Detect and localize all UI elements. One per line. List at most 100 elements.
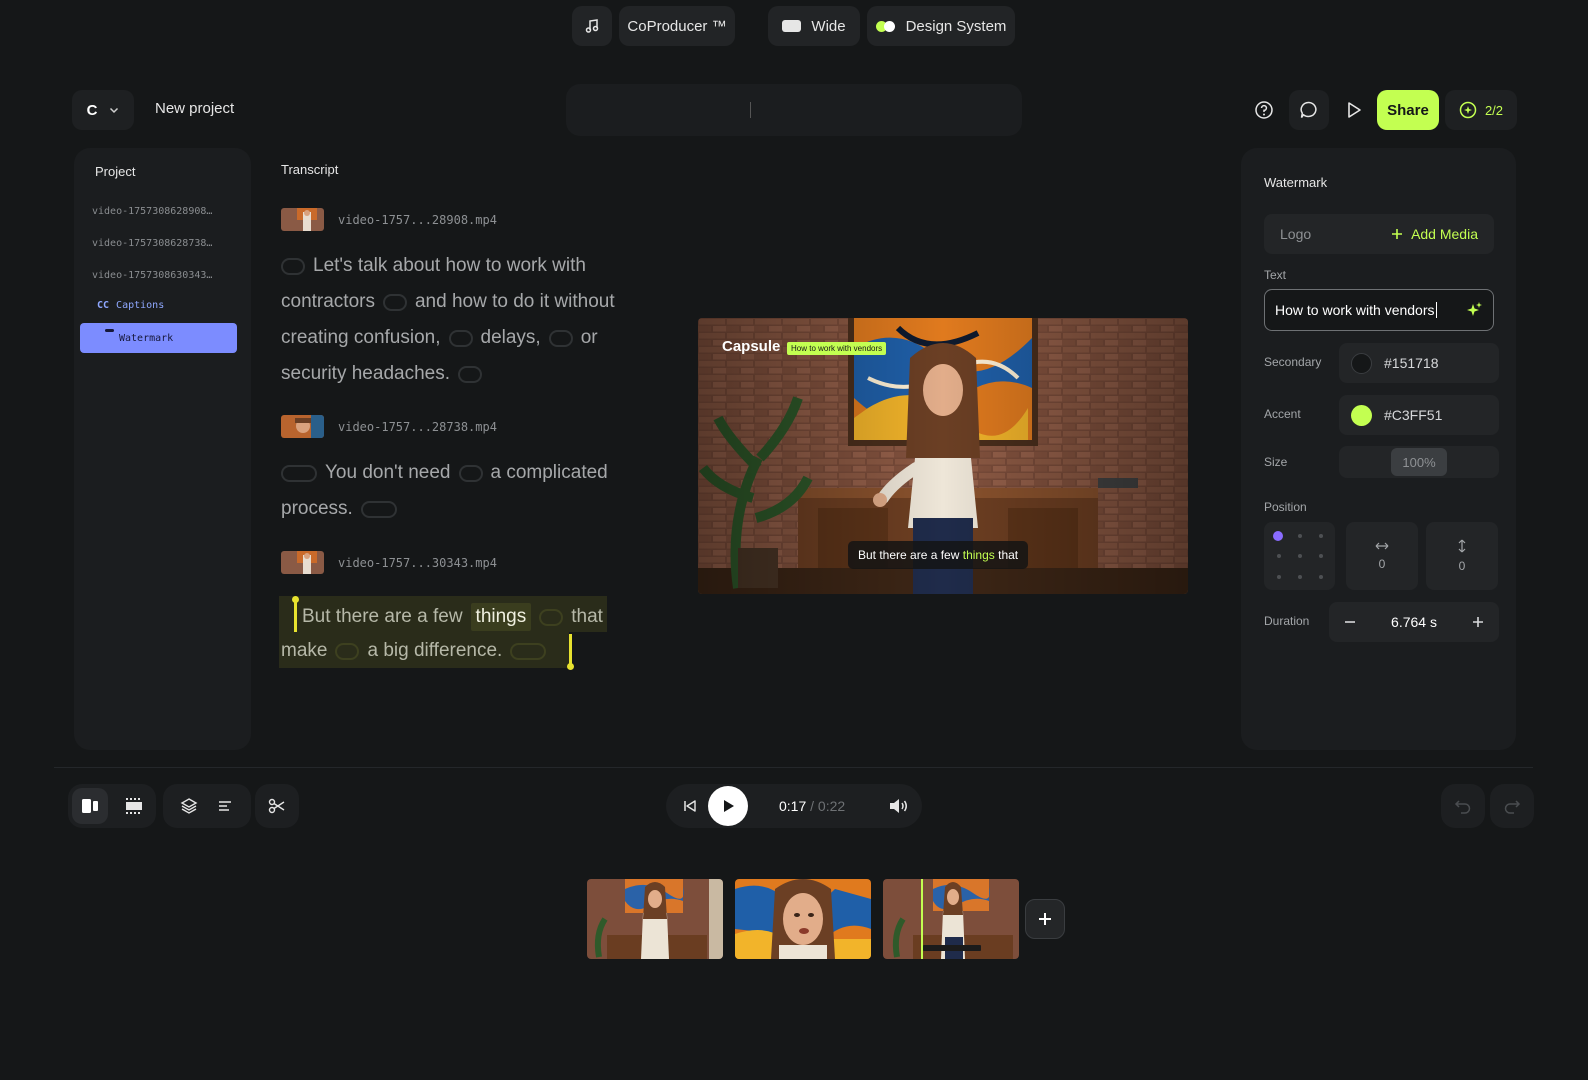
size-slider-thumb[interactable]: 100% bbox=[1391, 448, 1447, 476]
anchor-middle-right[interactable] bbox=[1319, 554, 1323, 558]
add-media-button[interactable]: Add Media bbox=[1391, 226, 1478, 242]
vertical-arrows-icon bbox=[1458, 539, 1466, 553]
text-align-icon bbox=[219, 801, 231, 811]
transcript-clip-header[interactable]: video-1757...30343.mp4 bbox=[281, 551, 497, 574]
theme-button[interactable]: Design System bbox=[867, 6, 1015, 46]
transcript-text[interactable]: or bbox=[581, 327, 598, 349]
minus-icon[interactable] bbox=[1343, 615, 1357, 629]
pause-marker[interactable] bbox=[548, 329, 573, 347]
play-button[interactable] bbox=[708, 786, 748, 826]
secondary-color-swatch[interactable] bbox=[1351, 352, 1372, 374]
pause-marker[interactable] bbox=[382, 293, 407, 311]
music-button[interactable] bbox=[572, 6, 612, 46]
transcript-text[interactable]: and how to do it without bbox=[415, 291, 615, 313]
comments-button[interactable] bbox=[1289, 90, 1329, 130]
accent-color-swatch[interactable] bbox=[1351, 404, 1372, 426]
transcript-text[interactable]: creating confusion, bbox=[281, 327, 441, 349]
project-title[interactable]: New project bbox=[155, 100, 234, 117]
transcript-text[interactable]: Let's talk about how to work with bbox=[313, 255, 586, 277]
secondary-color-picker[interactable]: #151718 bbox=[1339, 343, 1499, 383]
pause-marker[interactable] bbox=[539, 608, 564, 626]
transcript-text[interactable]: a big difference. bbox=[367, 640, 502, 662]
project-file-item[interactable]: video-1757308628738… bbox=[92, 238, 212, 249]
transcript-line[interactable]: You don't need a complicated bbox=[281, 462, 608, 484]
anchor-bottom-center[interactable] bbox=[1298, 575, 1302, 579]
plus-icon[interactable] bbox=[1471, 615, 1485, 629]
anchor-bottom-right[interactable] bbox=[1319, 575, 1323, 579]
accent-color-picker[interactable]: #C3FF51 bbox=[1339, 395, 1499, 435]
transcript-line-active[interactable]: But there are a few things that bbox=[302, 603, 603, 631]
skip-back-button[interactable] bbox=[672, 788, 708, 824]
cut-button[interactable] bbox=[259, 788, 295, 824]
transcript-text[interactable]: You don't need bbox=[325, 462, 451, 484]
transcript-clip-header[interactable]: video-1757...28908.mp4 bbox=[281, 208, 497, 231]
duration-value[interactable]: 6.764 s bbox=[1391, 614, 1437, 630]
transcript-line[interactable]: Let's talk about how to work with bbox=[281, 255, 586, 277]
transcript-text[interactable]: security headaches. bbox=[281, 363, 450, 385]
transcript-clip-header[interactable]: video-1757...28738.mp4 bbox=[281, 415, 497, 438]
project-file-item[interactable]: video-1757308630343… bbox=[92, 270, 212, 281]
ai-sparkle-icon[interactable] bbox=[1465, 301, 1483, 319]
pause-marker[interactable] bbox=[458, 365, 482, 383]
share-button[interactable]: Share bbox=[1377, 90, 1439, 130]
filmstrip-view-button[interactable] bbox=[116, 788, 152, 824]
watermark-text-value: How to work with vendors bbox=[1275, 302, 1437, 318]
anchor-top-right[interactable] bbox=[1319, 534, 1323, 538]
position-y-input[interactable]: 0 bbox=[1426, 522, 1498, 590]
anchor-bottom-left[interactable] bbox=[1277, 575, 1281, 579]
captions-item[interactable]: CC Captions bbox=[97, 300, 164, 311]
anchor-top-center[interactable] bbox=[1298, 534, 1302, 538]
horizontal-arrows-icon bbox=[1375, 542, 1389, 550]
pause-marker[interactable] bbox=[281, 464, 317, 482]
anchor-middle-left[interactable] bbox=[1277, 554, 1281, 558]
credits-badge[interactable]: 2/2 bbox=[1445, 90, 1517, 130]
redo-button[interactable] bbox=[1490, 784, 1534, 828]
transcript-line[interactable]: security headaches. bbox=[281, 363, 482, 385]
transcript-text[interactable]: make bbox=[281, 640, 327, 662]
pause-marker[interactable] bbox=[510, 642, 547, 660]
pause-marker[interactable] bbox=[335, 642, 360, 660]
transcript-text[interactable]: But there are a few bbox=[302, 606, 463, 628]
workspace-switcher[interactable]: C bbox=[72, 90, 134, 130]
pause-marker[interactable] bbox=[281, 257, 305, 275]
add-clip-button[interactable] bbox=[1025, 899, 1065, 939]
watermark-item[interactable]: Watermark bbox=[80, 323, 237, 353]
app-name-button[interactable]: CoProducer ™ bbox=[619, 6, 735, 46]
preview-play-button[interactable] bbox=[1334, 90, 1374, 130]
position-x-input[interactable]: 0 bbox=[1346, 522, 1418, 590]
pause-marker[interactable] bbox=[448, 329, 473, 347]
transcript-line-active[interactable]: make a big difference. bbox=[281, 640, 547, 662]
play-icon bbox=[724, 800, 734, 812]
timeline-clip[interactable] bbox=[587, 879, 723, 959]
transcript-text[interactable]: process. bbox=[281, 498, 353, 520]
anchor-center[interactable] bbox=[1298, 554, 1302, 558]
watermark-text-input[interactable]: How to work with vendors bbox=[1264, 289, 1494, 331]
transcript-text[interactable]: contractors bbox=[281, 291, 375, 313]
segment-end-knob[interactable] bbox=[567, 663, 574, 670]
segment-start-handle[interactable] bbox=[294, 598, 297, 632]
pause-marker[interactable] bbox=[458, 464, 483, 482]
anchor-top-left[interactable] bbox=[1273, 531, 1283, 541]
segment-start-knob[interactable] bbox=[292, 596, 299, 603]
transcript-text[interactable]: that bbox=[571, 606, 603, 628]
timeline-clip[interactable] bbox=[735, 879, 871, 959]
pause-marker[interactable] bbox=[360, 500, 397, 518]
size-slider[interactable]: 100% bbox=[1339, 446, 1499, 478]
transcript-line[interactable]: process. bbox=[281, 498, 397, 520]
timeline-clip-active[interactable] bbox=[883, 879, 1019, 959]
layers-button[interactable] bbox=[171, 788, 207, 824]
undo-button[interactable] bbox=[1441, 784, 1485, 828]
transcript-toggle-button[interactable] bbox=[207, 788, 243, 824]
transcript-text[interactable]: delays, bbox=[481, 327, 541, 349]
volume-button[interactable] bbox=[880, 788, 916, 824]
transcript-text[interactable]: a complicated bbox=[491, 462, 608, 484]
transcript-line[interactable]: creating confusion, delays, or bbox=[281, 327, 598, 349]
help-button[interactable] bbox=[1244, 90, 1284, 130]
project-file-item[interactable]: video-1757308628908… bbox=[92, 206, 212, 217]
editor-view-button[interactable] bbox=[72, 788, 108, 824]
position-label: Position bbox=[1264, 500, 1307, 514]
position-anchor-grid[interactable] bbox=[1264, 522, 1335, 590]
transcript-line[interactable]: contractors and how to do it without bbox=[281, 291, 615, 313]
transcript-current-word[interactable]: things bbox=[470, 603, 532, 631]
aspect-ratio-button[interactable]: Wide bbox=[768, 6, 860, 46]
